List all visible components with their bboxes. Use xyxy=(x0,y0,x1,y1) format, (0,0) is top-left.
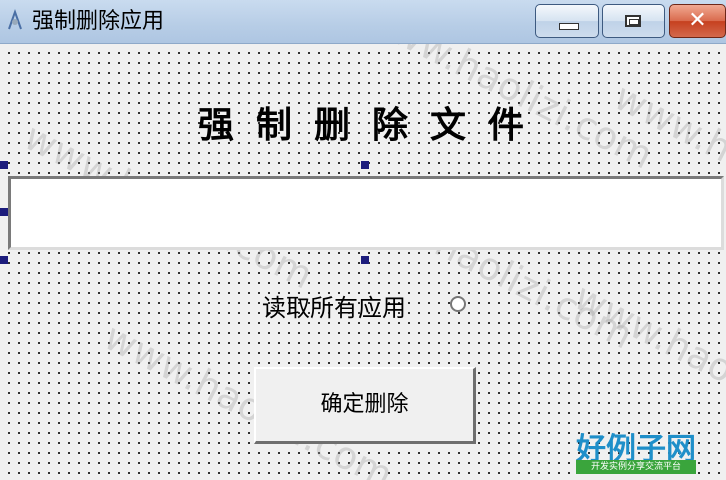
resize-handle[interactable] xyxy=(0,208,8,216)
minimize-button[interactable] xyxy=(535,4,599,38)
resize-handle[interactable] xyxy=(0,256,8,264)
app-icon xyxy=(8,9,22,30)
confirm-delete-button[interactable]: 确定删除 xyxy=(254,367,476,444)
page-heading: 强制删除文件 xyxy=(198,104,547,146)
title-bar[interactable]: 强制删除应用 ✕ xyxy=(0,0,726,44)
maximize-icon xyxy=(625,15,641,27)
window-title: 强制删除应用 xyxy=(32,9,165,34)
close-icon: ✕ xyxy=(688,8,707,33)
close-button[interactable]: ✕ xyxy=(669,4,726,38)
resize-handle[interactable] xyxy=(361,161,369,169)
minimize-icon xyxy=(559,23,579,30)
read-all-apps-label[interactable]: 读取所有应用 xyxy=(262,288,406,323)
read-all-apps-radio[interactable] xyxy=(450,296,466,312)
maximize-button[interactable] xyxy=(602,4,665,38)
resize-handle[interactable] xyxy=(361,256,369,264)
logo-subtitle: 开发实例分享交流平台 xyxy=(576,460,696,474)
haolizi-logo: 好例子网 开发实例分享交流平台 xyxy=(576,424,700,476)
form-canvas: www.haolizi.com www.haolizi.com www.haol… xyxy=(0,44,726,480)
resize-handle[interactable] xyxy=(0,161,8,169)
file-path-input[interactable] xyxy=(8,176,724,250)
